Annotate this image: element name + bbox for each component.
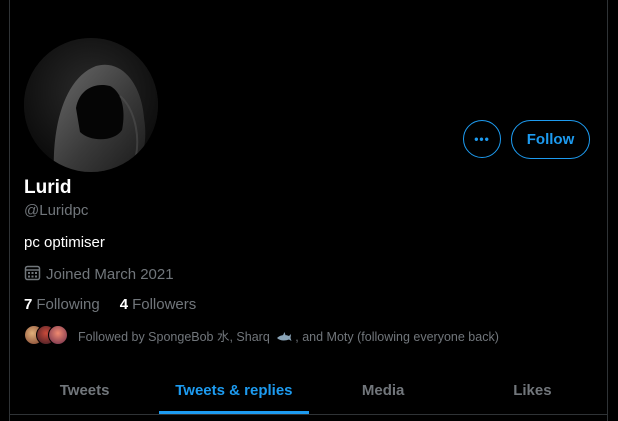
followed-by-prefix: Followed by SpongeBob 水, Sharq (78, 329, 270, 344)
followers-label: Followers (132, 296, 197, 313)
follow-counts: 7 Following 4 Followers (24, 296, 196, 313)
tab-media[interactable]: Media (309, 366, 458, 414)
followed-by-suffix: , and Moty (following everyone back) (295, 329, 499, 344)
following-count: 7 (24, 296, 33, 313)
followed-by-text: Followed by SpongeBob 水, Sharq , and Mot… (78, 326, 499, 345)
followers-link[interactable]: 4 Followers (120, 296, 197, 313)
column-border-right (607, 0, 608, 421)
tab-tweets[interactable]: Tweets (10, 366, 159, 414)
follower-avatars (24, 325, 68, 345)
followers-count: 4 (119, 296, 129, 313)
profile-handle: @Luridpc (24, 202, 89, 219)
tab-likes[interactable]: Likes (458, 366, 607, 414)
following-link[interactable]: 7 Following (24, 296, 100, 313)
following-label: Following (36, 296, 100, 313)
follower-avatar (48, 325, 68, 345)
tab-tweets-and-replies[interactable]: Tweets & replies (159, 366, 309, 414)
column-border-left (9, 0, 10, 421)
profile-tabs: Tweets Tweets & replies Media Likes (10, 366, 607, 415)
joined-date: Joined March 2021 (24, 264, 174, 285)
followed-by[interactable]: Followed by SpongeBob 水, Sharq , and Mot… (24, 325, 499, 345)
avatar[interactable] (24, 38, 158, 172)
joined-label: Joined March 2021 (46, 266, 174, 283)
more-options-button[interactable]: ••• (463, 120, 501, 158)
calendar-icon (24, 264, 41, 285)
shark-icon (276, 331, 292, 343)
profile-bio: pc optimiser (24, 234, 105, 251)
more-horizontal-icon: ••• (474, 132, 490, 146)
follow-button[interactable]: Follow (511, 120, 590, 159)
profile-name: Lurid (24, 177, 72, 198)
